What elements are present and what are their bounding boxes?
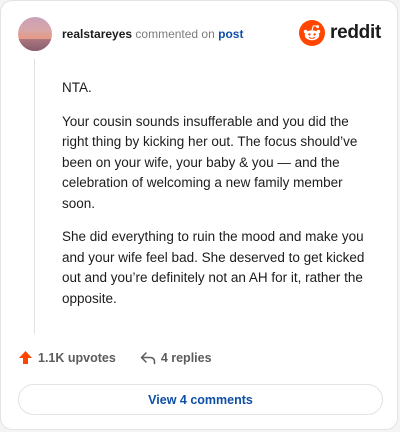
thread-line[interactable] (34, 59, 35, 334)
reddit-brand[interactable]: reddit (299, 20, 381, 46)
replies-count: 4 replies (160, 350, 212, 365)
comment-header: realstareyes commented on post (62, 27, 243, 41)
comment-body: NTA. Your cousin sounds insufferable and… (62, 78, 377, 322)
replies-button[interactable]: 4 replies (140, 351, 212, 365)
username-link[interactable]: realstareyes (62, 27, 132, 41)
reddit-logo-icon (299, 20, 326, 46)
reddit-wordmark: reddit (330, 22, 381, 43)
post-link[interactable]: post (218, 27, 243, 41)
commented-on-text: commented on (135, 27, 215, 41)
comment-card: realstareyes commented on post reddit NT… (0, 0, 398, 430)
upvote-button[interactable]: 1.1K upvotes (18, 350, 116, 365)
comment-paragraph: NTA. (62, 80, 92, 95)
comment-paragraph: She did everything to ruin the mood and … (62, 229, 365, 306)
view-comments-button[interactable]: View 4 comments (18, 384, 383, 415)
avatar[interactable] (18, 17, 52, 51)
comment-actions: 1.1K upvotes 4 replies (18, 350, 236, 365)
reply-arrow-icon (140, 351, 156, 364)
upvote-arrow-icon (19, 351, 32, 364)
comment-paragraph: Your cousin sounds insufferable and you … (62, 113, 358, 211)
upvote-count: 1.1K upvotes (38, 350, 116, 365)
